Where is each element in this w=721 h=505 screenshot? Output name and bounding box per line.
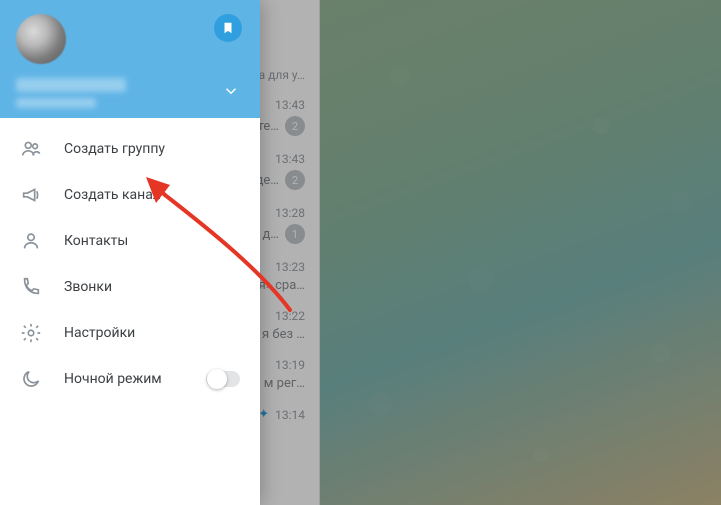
menu-label: Звонки (64, 279, 240, 295)
menu-calls[interactable]: Звонки (0, 264, 260, 310)
person-icon (20, 230, 42, 252)
group-icon (20, 138, 42, 160)
menu-contacts[interactable]: Контакты (0, 218, 260, 264)
side-drawer: Создать группу Создать канал Контакты Зв… (0, 0, 260, 505)
menu-new-channel[interactable]: Создать канал (0, 172, 260, 218)
moon-icon (20, 368, 42, 390)
drawer-header (0, 0, 260, 118)
menu-label: Создать канал (64, 187, 240, 203)
phone-icon (20, 276, 42, 298)
menu-label: Контакты (64, 233, 240, 249)
bookmark-icon (221, 21, 235, 35)
account-phone-blurred (16, 98, 96, 108)
menu-label: Ночной режим (64, 371, 184, 387)
night-mode-toggle[interactable] (206, 371, 240, 387)
app-root: а для у… 13:43 те…2 13:43 де…2 13:28 а д… (0, 0, 721, 505)
menu-label: Настройки (64, 325, 240, 341)
chevron-down-icon (222, 82, 240, 100)
menu-label: Создать группу (64, 141, 240, 157)
account-name-blurred (16, 78, 126, 92)
menu-settings[interactable]: Настройки (0, 310, 260, 356)
accounts-expand-button[interactable] (222, 82, 240, 104)
gear-icon (20, 322, 42, 344)
menu-new-group[interactable]: Создать группу (0, 126, 260, 172)
megaphone-icon (20, 184, 42, 206)
drawer-menu: Создать группу Создать канал Контакты Зв… (0, 118, 260, 410)
avatar[interactable] (16, 14, 66, 64)
menu-night-mode[interactable]: Ночной режим (0, 356, 260, 402)
drawer-scrim[interactable] (260, 0, 721, 505)
saved-messages-button[interactable] (214, 14, 242, 42)
